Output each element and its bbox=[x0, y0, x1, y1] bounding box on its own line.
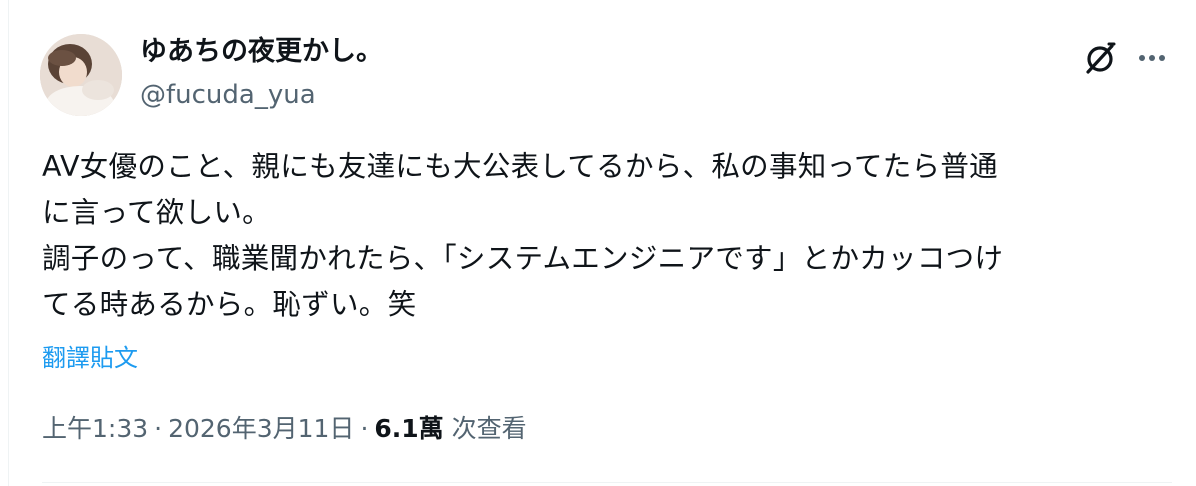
tweet-text-line: に言って欲しい。 bbox=[42, 196, 271, 229]
translate-post-link[interactable]: 翻譯貼文 bbox=[42, 341, 138, 375]
tweet-card: ゆあちの夜更かし。 @fucuda_yua AV女優のこと、親にも友達にも大公表… bbox=[0, 0, 1196, 486]
avatar-photo-icon bbox=[40, 34, 122, 116]
meta-separator: · bbox=[360, 414, 369, 443]
tweet-text-line: AV女優のこと、親にも友達にも大公表してるから、私の事知ってたら普通 bbox=[42, 150, 998, 183]
more-horizontal-icon bbox=[1139, 55, 1165, 61]
bottom-divider bbox=[42, 482, 1172, 483]
user-handle[interactable]: @fucuda_yua bbox=[140, 78, 316, 112]
views-label: 次查看 bbox=[451, 414, 527, 443]
grok-button[interactable] bbox=[1080, 38, 1120, 78]
post-date[interactable]: 2026年3月11日 bbox=[168, 414, 354, 443]
tweet-text-line: 調子のって、職業聞かれたら、「システムエンジニアです」とかカッコつけ bbox=[42, 242, 1004, 275]
grok-icon bbox=[1086, 42, 1116, 74]
meta-separator: · bbox=[154, 414, 163, 443]
avatar[interactable] bbox=[40, 34, 122, 116]
more-options-button[interactable] bbox=[1130, 38, 1174, 78]
left-divider bbox=[8, 0, 9, 486]
tweet-text-line: てる時あるから。恥ずい。笑 bbox=[42, 288, 417, 321]
tweet-metadata: 上午1:33 · 2026年3月11日 · 6.1萬 次查看 bbox=[42, 411, 527, 447]
tweet-text: AV女優のこと、親にも友達にも大公表してるから、私の事知ってたら普通 に言って欲… bbox=[42, 144, 1172, 328]
display-name[interactable]: ゆあちの夜更かし。 bbox=[140, 34, 383, 70]
views-count[interactable]: 6.1萬 bbox=[374, 414, 443, 443]
post-time[interactable]: 上午1:33 bbox=[42, 414, 148, 443]
